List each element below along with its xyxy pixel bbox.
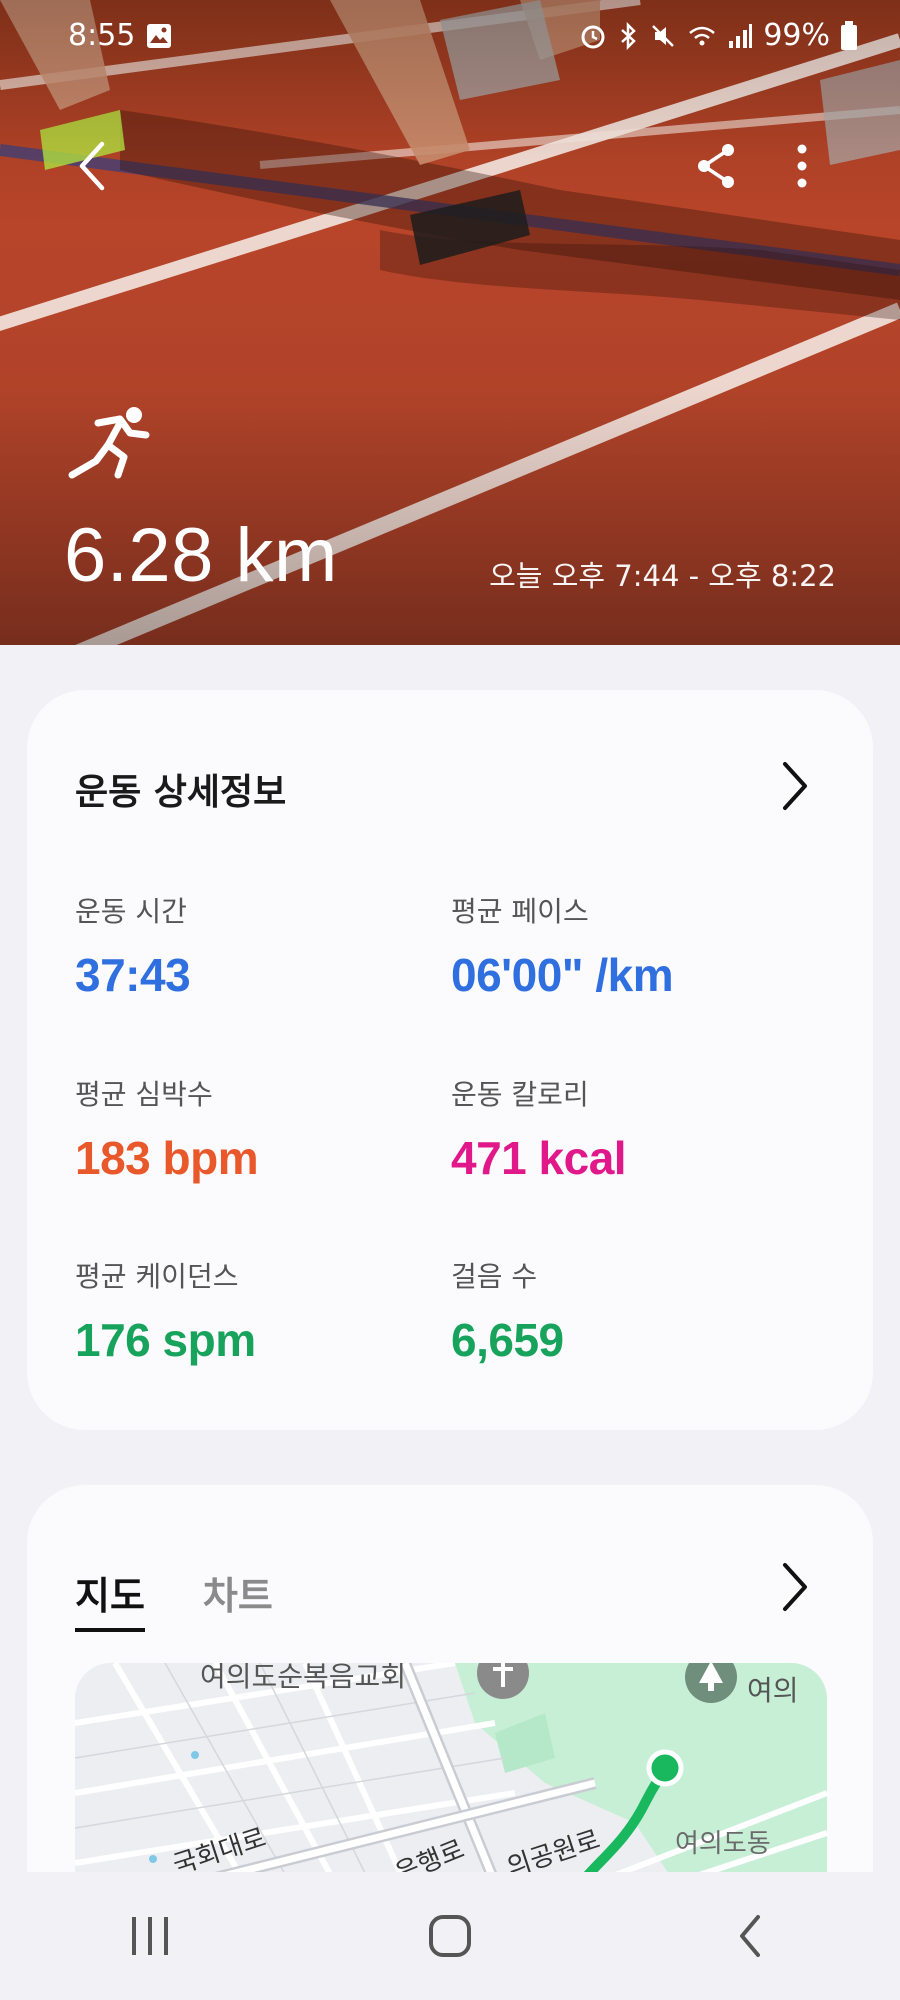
metric-value: 06'00" /km xyxy=(451,949,674,1001)
system-nav-bar xyxy=(0,1872,900,2000)
metric-label: 걸음 수 xyxy=(451,1260,538,1293)
bluetooth-icon xyxy=(621,21,637,50)
map-more-button[interactable] xyxy=(771,1557,815,1617)
home-button[interactable] xyxy=(390,1896,510,1976)
home-icon xyxy=(429,1915,471,1957)
battery-icon xyxy=(841,20,857,50)
metric-value: 471 kcal xyxy=(451,1132,627,1184)
running-icon xyxy=(68,405,154,485)
chevron-right-icon xyxy=(783,1563,807,1611)
metric-label: 운동 칼로리 xyxy=(451,1078,589,1111)
back-arrow-icon xyxy=(740,1915,760,1957)
mute-icon xyxy=(652,24,675,47)
metric-steps: 걸음 수 6,659 xyxy=(451,1255,821,1367)
metric-label: 평균 페이스 xyxy=(451,895,589,928)
metric-value: 37:43 xyxy=(75,949,191,1001)
image-icon xyxy=(146,22,172,57)
battery-text: 99% xyxy=(763,18,830,53)
more-vertical-icon xyxy=(797,144,807,188)
status-icons: 99% xyxy=(579,18,858,53)
system-back-button[interactable] xyxy=(690,1896,810,1976)
chevron-left-icon xyxy=(79,141,105,191)
tab-map[interactable]: 지도 xyxy=(75,1565,145,1632)
share-icon xyxy=(698,144,734,188)
metric-label: 평균 심박수 xyxy=(75,1078,213,1111)
metric-label: 운동 시간 xyxy=(75,895,187,928)
map-chart-tabs: 지도 차트 xyxy=(75,1565,273,1632)
card-title: 운동 상세정보 xyxy=(75,772,287,813)
tab-chart[interactable]: 차트 xyxy=(203,1565,273,1632)
status-bar: 8:55 99% xyxy=(0,0,900,72)
metric-heart-rate: 평균 심박수 183 bpm xyxy=(75,1073,445,1185)
distance-value: 6.28 km xyxy=(64,513,338,598)
metric-calories: 운동 칼로리 471 kcal xyxy=(451,1073,821,1185)
metric-value: 176 spm xyxy=(75,1314,256,1366)
back-button[interactable] xyxy=(60,134,124,198)
recent-apps-button[interactable] xyxy=(90,1896,210,1976)
workout-time-range: 오늘 오후 7:44 - 오후 8:22 xyxy=(489,559,836,593)
workout-details-card: 운동 상세정보 운동 시간 37:43 평균 페이스 06'00" /km 평균… xyxy=(27,690,873,1430)
recent-apps-icon xyxy=(132,1917,168,1955)
workout-detail-screen: 8:55 99% 6.28 km 오늘 오후 7:44 - 오후 8:22 운동… xyxy=(0,0,900,2000)
details-more-button[interactable] xyxy=(771,756,815,816)
signal-icon xyxy=(729,23,753,48)
map-label-dong: 여의도동 xyxy=(675,1829,771,1859)
alarm-icon xyxy=(581,25,605,48)
share-button[interactable] xyxy=(684,134,748,198)
more-options-button[interactable] xyxy=(770,134,834,198)
metric-workout-time: 운동 시간 37:43 xyxy=(75,890,445,1002)
status-time: 8:55 xyxy=(68,18,136,53)
metric-label: 평균 케이던스 xyxy=(75,1260,239,1293)
metric-cadence: 평균 케이던스 176 spm xyxy=(75,1255,445,1367)
metric-value: 183 bpm xyxy=(75,1132,259,1184)
metric-average-pace: 평균 페이스 06'00" /km xyxy=(451,890,821,1002)
map-label-church: 여의도순복음교회 xyxy=(200,1663,407,1693)
chevron-right-icon xyxy=(783,762,807,810)
wifi-icon xyxy=(689,26,716,45)
hero-banner: 8:55 99% 6.28 km 오늘 오후 7:44 - 오후 8:22 xyxy=(0,0,900,645)
map-label-park: 여의 xyxy=(747,1674,799,1707)
metric-value: 6,659 xyxy=(451,1314,564,1366)
